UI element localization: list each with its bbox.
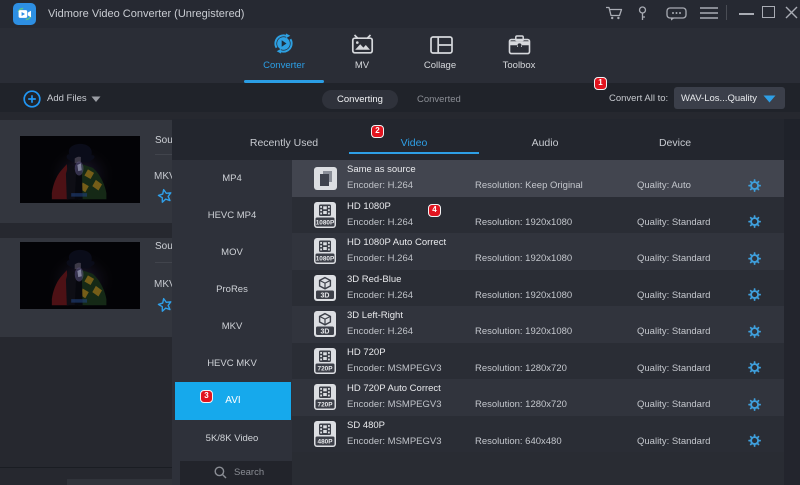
svg-text:3D: 3D: [321, 328, 330, 335]
svg-text:3D: 3D: [321, 292, 330, 299]
svg-text:720P: 720P: [318, 402, 334, 409]
svg-text:1080P: 1080P: [316, 219, 335, 226]
svg-text:720P: 720P: [318, 365, 334, 372]
svg-text:1080P: 1080P: [316, 256, 335, 263]
svg-text:480P: 480P: [318, 438, 334, 445]
